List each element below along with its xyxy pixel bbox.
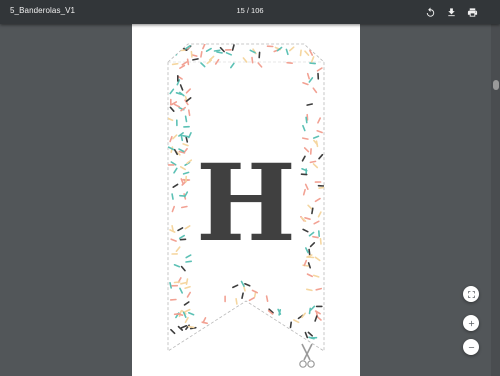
sprinkle: [302, 137, 309, 140]
rotate-icon: [426, 6, 434, 17]
sprinkle: [311, 207, 314, 215]
sprinkle: [184, 115, 188, 123]
zoom-out-button[interactable]: [463, 339, 479, 355]
sprinkle: [180, 205, 188, 209]
sprinkle: [171, 62, 179, 66]
banner-letter: H: [196, 140, 296, 265]
sprinkle: [185, 278, 189, 286]
sprinkle: [251, 56, 254, 64]
sprinkle: [200, 50, 203, 58]
sprinkle: [306, 288, 313, 292]
sprinkle: [216, 51, 223, 54]
fit-page-icon: [467, 290, 475, 298]
viewer-toolbar: 5_Banderolas_V1 15 / 106: [0, 0, 500, 24]
sprinkle: [308, 248, 311, 256]
pennant-banner: H: [167, 43, 325, 352]
sprinkle: [309, 160, 317, 164]
sprinkle: [173, 312, 181, 316]
zoom-in-button[interactable]: [463, 315, 479, 331]
sprinkle: [318, 186, 324, 189]
sprinkle: [187, 325, 195, 329]
download-icon: [447, 7, 455, 16]
sprinkle: [319, 238, 322, 245]
sprinkle: [185, 260, 193, 263]
sprinkle: [299, 49, 302, 57]
sprinkle: [306, 103, 313, 106]
sprinkle: [213, 49, 221, 52]
sprinkle: [186, 58, 190, 66]
sprinkle: [187, 109, 191, 117]
zoom-in-icon: [468, 320, 474, 326]
sprinkle: [192, 58, 199, 61]
sprinkle: [286, 61, 293, 65]
zoom-out-icon: [468, 346, 474, 348]
sprinkle: [241, 292, 244, 300]
print-button[interactable]: [464, 4, 480, 20]
sprinkle: [235, 297, 238, 305]
vertical-scrollbar[interactable]: [491, 24, 500, 376]
sprinkle: [317, 44, 321, 50]
sprinkle: [190, 50, 193, 58]
scissors-icon: [299, 343, 315, 368]
sprinkle: [305, 116, 308, 124]
sprinkle: [181, 134, 189, 138]
sprinkle: [312, 235, 319, 239]
sprinkle: [308, 307, 312, 315]
scrollbar-thumb[interactable]: [493, 80, 499, 90]
pdf-page: H: [132, 24, 360, 376]
sprinkle: [168, 48, 174, 54]
sprinkle: [173, 281, 181, 284]
print-icon: [467, 7, 477, 17]
sprinkle: [289, 321, 292, 329]
fit-page-button[interactable]: [463, 286, 479, 302]
sprinkle: [309, 62, 316, 65]
rotate-button[interactable]: [422, 4, 438, 20]
sprinkle: [265, 295, 269, 303]
sprinkle: [171, 193, 174, 200]
download-button[interactable]: [443, 4, 459, 20]
